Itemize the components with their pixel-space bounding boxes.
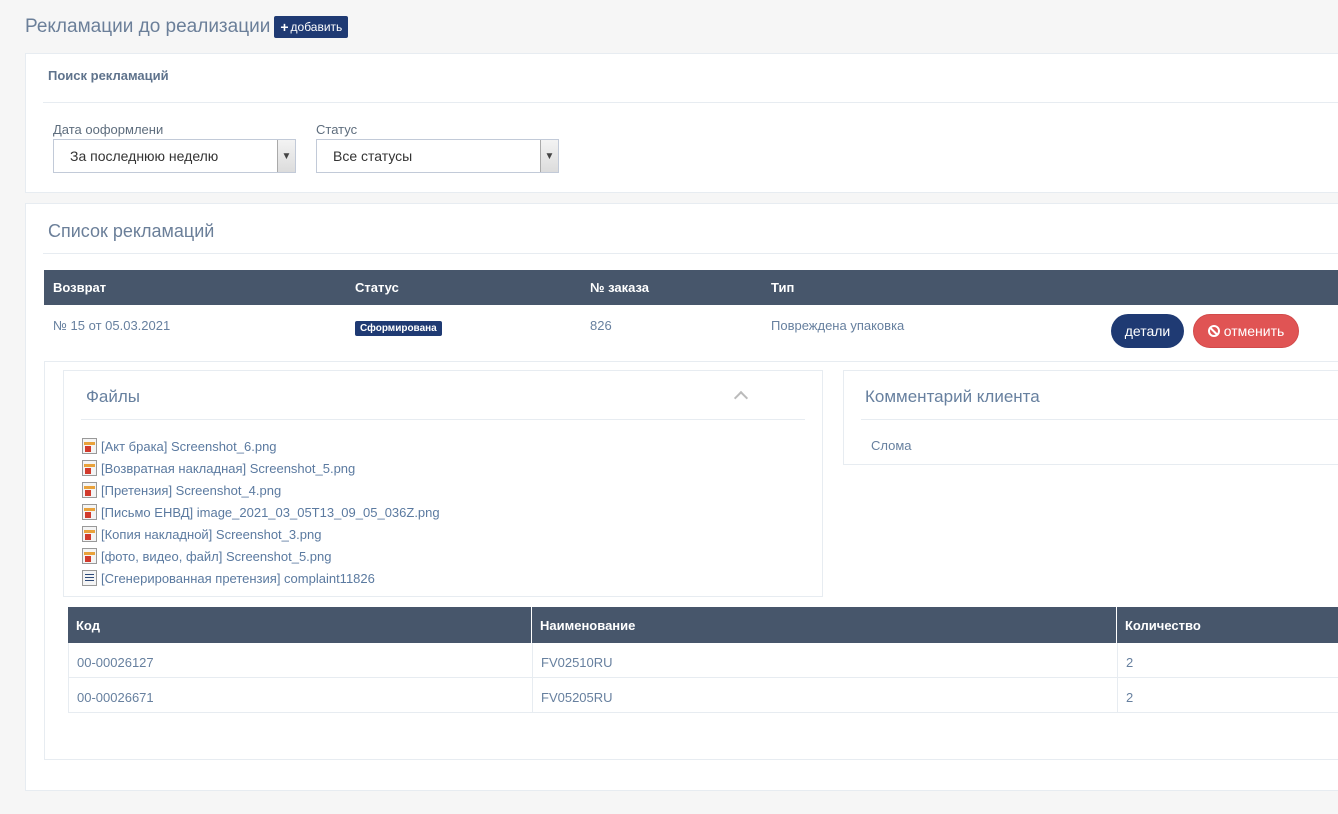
column-separator xyxy=(532,643,533,677)
column-separator xyxy=(1117,643,1118,677)
order-number: 826 xyxy=(590,318,612,333)
table-row: 00-00026671 FV05205RU 2 xyxy=(68,678,1338,713)
item-quantity: 2 xyxy=(1126,690,1134,705)
ban-icon xyxy=(1207,325,1220,337)
column-header-order: № заказа xyxy=(590,280,650,295)
divider xyxy=(43,253,1338,254)
column-header-type: Тип xyxy=(771,280,795,295)
date-filter-label: Дата ооформлени xyxy=(53,122,164,137)
chevron-down-icon[interactable]: ▼ xyxy=(540,140,558,172)
cancel-button[interactable]: отменить xyxy=(1193,314,1299,348)
file-item[interactable]: [Акт брака] Screenshot_6.png xyxy=(82,435,440,457)
divider xyxy=(81,419,805,420)
add-button-label: добавить xyxy=(290,20,343,34)
column-separator xyxy=(1117,678,1118,712)
column-header-code: Код xyxy=(76,618,100,633)
table-row: 00-00026127 FV02510RU 2 xyxy=(68,643,1338,678)
image-file-icon xyxy=(82,526,97,542)
client-comment-panel: Комментарий клиента Слома xyxy=(843,370,1338,465)
status-filter-value: Все статусы xyxy=(333,148,413,164)
item-code: 00-00026671 xyxy=(77,690,154,705)
image-file-icon xyxy=(82,548,97,564)
table-row: № 15 от 05.03.2021 Сформирована 826 Повр… xyxy=(44,305,1338,362)
file-item[interactable]: [фото, видео, файл] Screenshot_5.png xyxy=(82,545,440,567)
chevron-down-icon[interactable]: ▼ xyxy=(277,140,295,172)
status-filter: Статус Все статусы ▼ xyxy=(316,122,559,173)
column-header-return: Возврат xyxy=(53,280,107,295)
column-separator xyxy=(532,678,533,712)
return-number: № 15 от 05.03.2021 xyxy=(53,318,171,333)
file-link[interactable]: [Претензия] Screenshot_4.png xyxy=(101,483,281,498)
list-title: Список рекламаций xyxy=(48,221,215,241)
file-item[interactable]: [Письмо ЕНВД] image_2021_03_05T13_09_05_… xyxy=(82,501,440,523)
divider xyxy=(43,102,1338,103)
column-header-status: Статус xyxy=(355,280,399,295)
image-file-icon xyxy=(82,504,97,520)
date-filter-value: За последнюю неделю xyxy=(70,148,219,164)
file-link[interactable]: [Письмо ЕНВД] image_2021_03_05T13_09_05_… xyxy=(101,505,440,520)
date-filter: Дата ооформлени За последнюю неделю ▼ xyxy=(53,122,296,173)
plus-icon: + xyxy=(280,19,289,35)
file-link[interactable]: [Акт брака] Screenshot_6.png xyxy=(101,439,277,454)
files-title: Файлы xyxy=(86,387,141,406)
file-link[interactable]: [Сгенерированная претензия] complaint118… xyxy=(101,571,375,586)
column-header-quantity: Количество xyxy=(1125,618,1201,633)
document-file-icon xyxy=(82,570,97,586)
items-table: Код Наименование Количество 00-00026127 … xyxy=(68,607,1338,713)
file-list: [Акт брака] Screenshot_6.png [Возвратная… xyxy=(82,435,440,589)
file-item[interactable]: [Копия накладной] Screenshot_3.png xyxy=(82,523,440,545)
column-separator xyxy=(531,607,532,643)
complaint-details: Файлы [Акт брака] Screenshot_6.png [Возв… xyxy=(44,362,1338,760)
file-link[interactable]: [фото, видео, файл] Screenshot_5.png xyxy=(101,549,331,564)
item-quantity: 2 xyxy=(1126,655,1134,670)
search-panel-title: Поиск рекламаций xyxy=(48,68,169,83)
status-filter-label: Статус xyxy=(316,122,358,137)
date-filter-select[interactable]: За последнюю неделю ▼ xyxy=(53,139,296,173)
complaint-type: Повреждена упаковка xyxy=(771,318,905,333)
complaints-table-header: Возврат Статус № заказа Тип xyxy=(44,270,1338,305)
status-filter-select[interactable]: Все статусы ▼ xyxy=(316,139,559,173)
column-header-name: Наименование xyxy=(540,618,636,633)
comment-title: Комментарий клиента xyxy=(865,387,1040,406)
file-item[interactable]: [Сгенерированная претензия] complaint118… xyxy=(82,567,440,589)
image-file-icon xyxy=(82,438,97,454)
status-cell: Сформирована xyxy=(355,319,442,336)
file-link[interactable]: [Возвратная накладная] Screenshot_5.png xyxy=(101,461,355,476)
status-badge: Сформирована xyxy=(355,321,442,336)
add-button[interactable]: + добавить xyxy=(274,16,349,38)
complaints-list-panel: Список рекламаций Возврат Статус № заказ… xyxy=(25,203,1338,791)
comment-text: Слома xyxy=(871,438,912,453)
image-file-icon xyxy=(82,482,97,498)
item-code: 00-00026127 xyxy=(77,655,154,670)
file-item[interactable]: [Претензия] Screenshot_4.png xyxy=(82,479,440,501)
chevron-up-icon[interactable] xyxy=(733,390,749,406)
image-file-icon xyxy=(82,460,97,476)
divider xyxy=(861,419,1338,420)
search-panel: Поиск рекламаций Дата ооформлени За посл… xyxy=(25,53,1338,193)
items-table-header: Код Наименование Количество xyxy=(68,607,1338,643)
item-name: FV05205RU xyxy=(541,690,613,705)
page-title: Рекламации до реализации xyxy=(25,16,271,37)
cancel-button-label: отменить xyxy=(1223,323,1285,339)
page-header: Рекламации до реализации + добавить xyxy=(25,16,349,38)
file-item[interactable]: [Возвратная накладная] Screenshot_5.png xyxy=(82,457,440,479)
column-separator xyxy=(1116,607,1117,643)
item-name: FV02510RU xyxy=(541,655,613,670)
details-button[interactable]: детали xyxy=(1111,314,1184,348)
file-link[interactable]: [Копия накладной] Screenshot_3.png xyxy=(101,527,321,542)
files-panel: Файлы [Акт брака] Screenshot_6.png [Возв… xyxy=(63,370,823,597)
